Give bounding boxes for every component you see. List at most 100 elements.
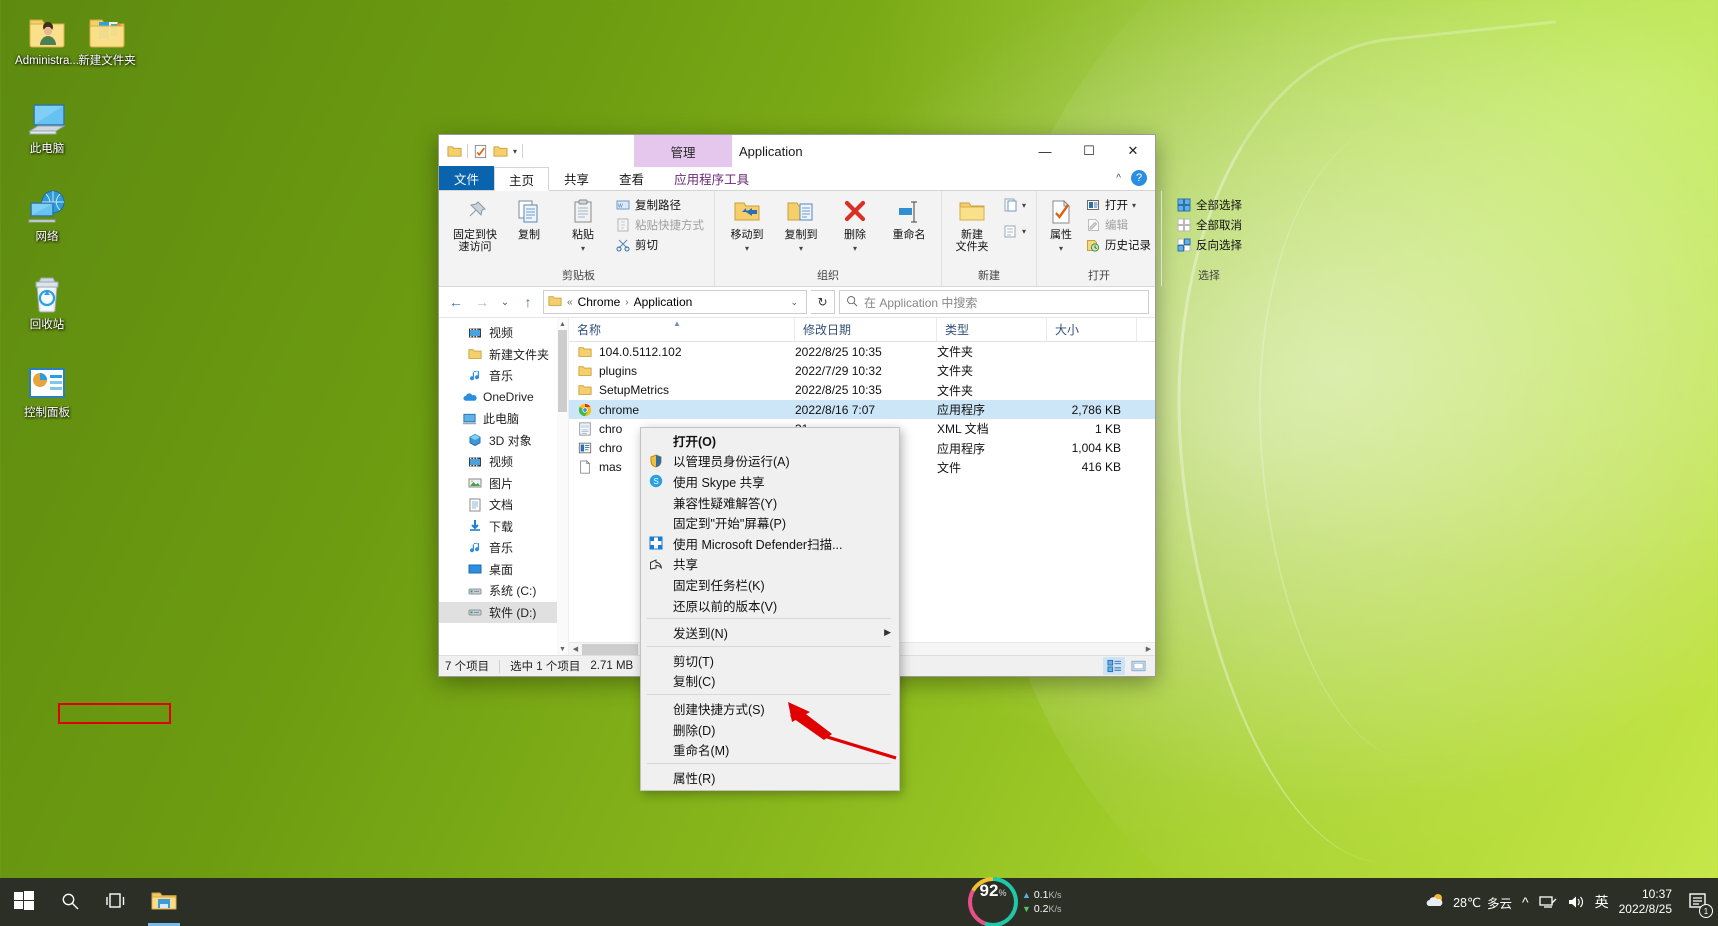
customize-caret-icon[interactable]: ▾ [513,147,517,156]
menu-item-open[interactable]: 打开(O) [641,430,899,451]
delete-caret-icon[interactable]: ▾ [853,243,857,255]
recent-locations-icon[interactable]: ⌄ [497,291,513,313]
move-to-button[interactable]: 移动到 ▾ [721,194,773,258]
taskbar-search-button[interactable] [48,878,92,926]
tab-view[interactable]: 查看 [604,166,659,190]
cut-button[interactable]: 剪切 [611,236,708,254]
rename-button[interactable]: 重命名 [883,194,935,244]
notification-center-button[interactable]: 1 [1682,887,1713,918]
nav-item-this-pc[interactable]: 此电脑 [439,408,568,430]
taskbar-file-explorer-button[interactable] [140,878,188,926]
nav-item-desktop[interactable]: 桌面 [439,559,568,581]
breadcrumb-separator[interactable]: › [625,297,628,308]
nav-item-drive-c[interactable]: 系统 (C:) [439,580,568,602]
tab-file[interactable]: 文件 [439,166,495,190]
column-header-date[interactable]: 修改日期 [795,318,937,341]
navpane-scrollbar[interactable]: ▲ ▼ [557,318,568,655]
menu-item-send-to[interactable]: 发送到(N) ▶ [641,622,899,643]
large-icons-view-button[interactable] [1127,657,1149,675]
collapse-ribbon-icon[interactable]: ^ [1116,173,1121,184]
menu-item-share[interactable]: 共享 [641,554,899,575]
desktop-icon-recycle-bin[interactable]: 回收站 [8,272,86,333]
scroll-left-icon[interactable]: ◀ [569,643,582,656]
menu-item-restore-previous-versions[interactable]: 还原以前的版本(V) [641,595,899,616]
address-dropdown-icon[interactable]: ⌄ [786,297,802,308]
copy-to-button[interactable]: 复制到 ▾ [775,194,827,258]
menu-item-pin-to-start[interactable]: 固定到"开始"屏幕(P) [641,512,899,533]
column-header-type[interactable]: 类型 [937,318,1047,341]
paste-caret-icon[interactable]: ▾ [581,243,585,255]
scrollbar-thumb[interactable] [582,643,638,655]
column-header-size[interactable]: 大小 [1047,318,1137,341]
scrollbar-thumb[interactable] [558,330,567,412]
nav-item-music[interactable]: 音乐 [439,537,568,559]
easy-access-button[interactable]: ▾ [998,222,1030,240]
breadcrumb-chrome[interactable]: Chrome [578,295,621,309]
clock[interactable]: 10:37 2022/8/25 [1619,887,1672,917]
menu-item-cut[interactable]: 剪切(T) [641,650,899,671]
network-icon[interactable] [1538,894,1557,910]
paste-shortcut-button[interactable]: 粘贴快捷方式 [611,216,708,234]
ime-icon[interactable]: 英 [1595,892,1609,912]
menu-item-delete[interactable]: 删除(D) [641,719,899,740]
weather-widget[interactable]: 28℃ 多云 [1425,892,1512,913]
menu-item-run-as-administrator[interactable]: 以管理员身份运行(A) [641,451,899,472]
scroll-down-icon[interactable]: ▼ [557,643,568,655]
properties-button[interactable]: 属性 ▾ [1043,194,1079,258]
menu-item-properties[interactable]: 属性(R) [641,767,899,788]
new-item-caret-icon[interactable]: ▾ [1022,201,1026,210]
properties-icon[interactable] [473,144,488,159]
help-icon[interactable]: ? [1131,170,1147,186]
forward-button[interactable]: → [471,291,493,313]
tab-application-tools[interactable]: 应用程序工具 [659,166,764,190]
new-folder-button[interactable]: 新建 文件夹 [948,194,996,256]
minimize-button[interactable]: — [1023,135,1067,167]
table-row[interactable]: 104.0.5112.102 2022/8/25 10:35 文件夹 [569,342,1155,361]
breadcrumb-application[interactable]: Application [634,295,693,309]
maximize-button[interactable]: ☐ [1067,135,1111,167]
menu-item-rename[interactable]: 重命名(M) [641,739,899,760]
nav-item-videos-pc[interactable]: 视频 [439,451,568,473]
properties-caret-icon[interactable]: ▾ [1059,243,1063,255]
show-hidden-icons-caret[interactable]: ^ [1522,894,1529,910]
tab-home[interactable]: 主页 [494,167,550,191]
edit-button[interactable]: 编辑 [1081,216,1155,234]
desktop-icon-network[interactable]: 网络 [8,184,86,245]
search-box[interactable]: 在 Application 中搜索 [839,290,1149,314]
desktop-icon-control-panel[interactable]: 控制面板 [8,360,86,421]
scroll-right-icon[interactable]: ▶ [1142,643,1155,656]
refresh-button[interactable]: ↻ [811,290,835,314]
paste-button[interactable]: 粘贴 ▾ [557,194,609,258]
breadcrumb-overflow[interactable]: « [567,297,573,308]
task-view-button[interactable] [92,878,140,926]
nav-item-downloads[interactable]: 下载 [439,516,568,538]
close-button[interactable]: ✕ [1111,135,1155,167]
nav-item-new-folder[interactable]: 新建文件夹 [439,344,568,366]
nav-item-3d-objects[interactable]: 3D 对象 [439,430,568,452]
open-caret-icon[interactable]: ▾ [1132,201,1136,210]
open-button[interactable]: 打开 ▾ [1081,196,1155,214]
copy-path-button[interactable]: W 复制路径 [611,196,708,214]
menu-item-scan-with-defender[interactable]: 使用 Microsoft Defender扫描... [641,533,899,554]
volume-icon[interactable] [1567,894,1585,910]
copy-to-caret-icon[interactable]: ▾ [799,243,803,255]
delete-button[interactable]: 删除 ▾ [829,194,881,258]
scroll-up-icon[interactable]: ▲ [557,318,568,330]
copy-button[interactable]: 复制 [503,194,555,244]
system-monitor-widget[interactable]: 92 % ▲ 0.1K/s ▼ 0.2K/s [968,877,1061,926]
desktop-icon-new-folder[interactable]: 新建文件夹 [68,8,146,69]
start-button[interactable] [0,878,48,926]
details-view-button[interactable] [1103,657,1125,675]
select-all-button[interactable]: 全部选择 [1172,196,1246,214]
desktop-icon-this-pc[interactable]: 此电脑 [8,96,86,157]
invert-selection-button[interactable]: 反向选择 [1172,236,1246,254]
nav-item-onedrive[interactable]: OneDrive [439,387,568,409]
easy-access-caret-icon[interactable]: ▾ [1022,227,1026,236]
new-item-button[interactable]: ▾ [998,196,1030,214]
menu-item-pin-to-taskbar[interactable]: 固定到任务栏(K) [641,574,899,595]
menu-item-create-shortcut[interactable]: 创建快捷方式(S) [641,698,899,719]
menu-item-copy[interactable]: 复制(C) [641,671,899,692]
move-to-caret-icon[interactable]: ▾ [745,243,749,255]
table-row[interactable]: plugins 2022/7/29 10:32 文件夹 [569,361,1155,380]
menu-item-share-with-skype[interactable]: S 使用 Skype 共享 [641,471,899,492]
